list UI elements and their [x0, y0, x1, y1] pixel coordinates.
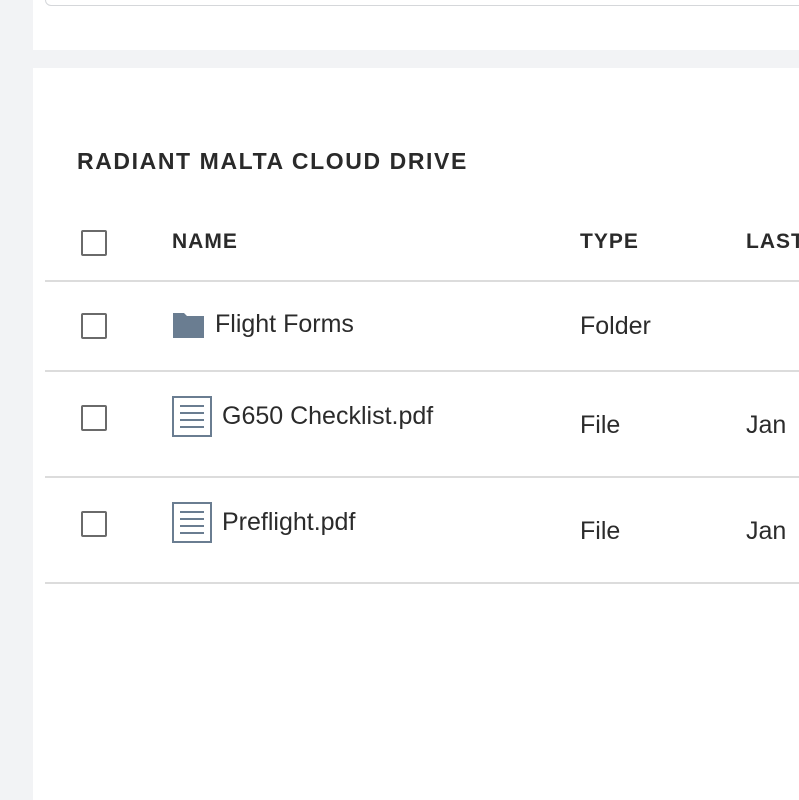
row-checkbox[interactable]: [81, 405, 107, 431]
top-panel: [33, 0, 799, 50]
name-cell: G650 Checklist.pdf: [172, 396, 433, 437]
document-icon: [172, 396, 212, 437]
column-header-name[interactable]: NAME: [172, 230, 238, 254]
row-checkbox[interactable]: [81, 313, 107, 339]
last-modified-cell: Jan: [746, 411, 787, 439]
row-checkbox[interactable]: [81, 511, 107, 537]
document-icon: [172, 502, 212, 543]
file-table: NAME TYPE LAST Flight Forms Folder G650 …: [45, 208, 799, 584]
select-all-checkbox[interactable]: [81, 230, 107, 256]
drive-panel: RADIANT MALTA CLOUD DRIVE NAME TYPE LAST…: [33, 68, 799, 800]
type-cell: File: [580, 517, 621, 545]
type-cell: Folder: [580, 312, 651, 340]
name-cell: Flight Forms: [172, 310, 354, 339]
file-name[interactable]: Flight Forms: [215, 310, 354, 339]
drive-title: RADIANT MALTA CLOUD DRIVE: [77, 148, 468, 174]
file-name[interactable]: Preflight.pdf: [222, 508, 355, 537]
table-row[interactable]: Preflight.pdf File Jan: [45, 478, 799, 584]
last-modified-cell: Jan: [746, 517, 787, 545]
folder-icon: [172, 311, 205, 339]
file-name[interactable]: G650 Checklist.pdf: [222, 402, 433, 431]
search-input[interactable]: [45, 0, 799, 6]
table-row[interactable]: Flight Forms Folder: [45, 282, 799, 372]
table-row[interactable]: G650 Checklist.pdf File Jan: [45, 372, 799, 478]
type-cell: File: [580, 411, 621, 439]
table-header-row: NAME TYPE LAST: [45, 208, 799, 282]
name-cell: Preflight.pdf: [172, 502, 355, 543]
column-header-last-modified[interactable]: LAST: [746, 230, 799, 254]
column-header-type[interactable]: TYPE: [580, 230, 639, 254]
